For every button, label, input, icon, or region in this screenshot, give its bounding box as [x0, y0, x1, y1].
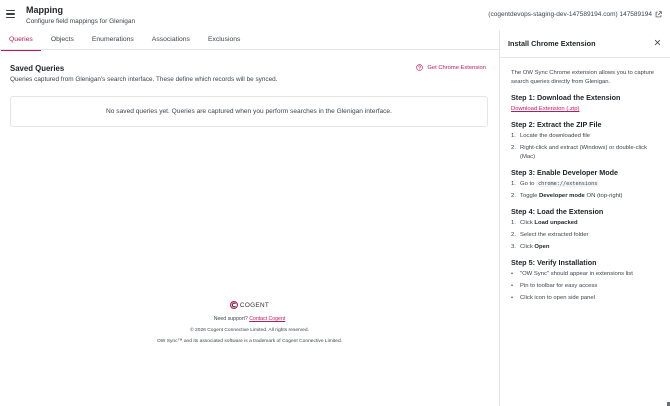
chrome-extensions-url: chrome://extensions [536, 181, 600, 187]
question-circle-icon [416, 64, 424, 71]
step-2-list: 1. Locate the downloaded file 2. Right-cli… [511, 132, 663, 162]
panel-header: Install Chrome Extension [500, 30, 670, 58]
list-item: 2. Select the extracted folder [511, 232, 589, 238]
tab-associations[interactable]: Associations [143, 30, 199, 50]
list-item: 1. Locate the downloaded file [511, 133, 591, 139]
support-prefix: Need support? [213, 316, 248, 322]
tab-objects[interactable]: Objects [42, 30, 83, 50]
step-1-title: Step 1: Download the Extension [511, 93, 621, 102]
panel-intro: The OW Sync Chrome extension allows you … [511, 70, 655, 85]
close-icon[interactable] [654, 39, 661, 46]
tab-bar: Queries Objects Enumerations Association… [0, 30, 499, 51]
list-item: • Click icon to open side panel [511, 295, 595, 301]
tab-exclusions[interactable]: Exclusions [199, 30, 250, 50]
section-description: Queries captured from Glenigan's search … [10, 76, 278, 83]
tab-enumerations[interactable]: Enumerations [83, 30, 143, 50]
environment-link[interactable]: (cogentdevops-staging-dev-147589194.com)… [488, 11, 662, 18]
step-4-title: Step 4: Load the Extension [511, 207, 604, 216]
panel-body: The OW Sync Chrome extension allows you … [511, 69, 663, 306]
contact-cogent-link[interactable]: Contact Cogent [249, 316, 285, 322]
support-line: Need support? Contact Cogent [0, 316, 499, 322]
install-extension-panel: Install Chrome Extension The OW Sync Chr… [499, 30, 670, 406]
app-header: Mapping Configure field mappings for Gle… [0, 0, 670, 30]
page-title: Mapping [26, 5, 63, 15]
get-chrome-extension-button[interactable]: Get Chrome Extension [416, 64, 486, 71]
menu-icon[interactable] [6, 10, 15, 18]
step-5-list: • "OW Sync" should appear in extensions l… [511, 270, 663, 303]
list-item: • Pin to toolbar for easy access [511, 283, 598, 289]
copyright-text: © 2026 Cogent Connective Limited. All ri… [190, 328, 309, 333]
main-content: Saved Queries Queries captured from Glen… [0, 51, 499, 406]
step-3-list: 1. Go to chrome://extensions 2. Toggle Dev… [511, 180, 663, 201]
cogent-logo: COGENT [0, 300, 499, 310]
list-item: 2. Toggle Developer mode ON (top-right) [511, 193, 623, 199]
list-item: 1. Click Load unpacked [511, 220, 578, 226]
tab-queries[interactable]: Queries [0, 30, 42, 51]
download-extension-link[interactable]: Download Extension (.zip) [511, 105, 663, 114]
footer: COGENT Need support? Contact Cogent © 20… [0, 300, 499, 344]
title-block: Mapping Configure field mappings for Gle… [26, 5, 135, 26]
list-item: • "OW Sync" should appear in extensions l… [511, 271, 633, 277]
list-item: 3. Click Open [511, 244, 550, 250]
panel-title: Install Chrome Extension [508, 39, 596, 48]
step-4-list: 1. Click Load unpacked 2. Select the extra… [511, 219, 663, 252]
list-item: 2. Right-click and extract (Windows) or d… [511, 145, 648, 160]
empty-state-box: No saved queries yet. Queries are captur… [10, 96, 488, 127]
get-chrome-extension-label: Get Chrome Extension [427, 64, 486, 71]
page-subtitle: Configure field mappings for Glenigan [26, 18, 136, 25]
environment-label: (cogentdevops-staging-dev-147589194.com)… [488, 11, 652, 18]
empty-state-text: No saved queries yet. Queries are captur… [106, 108, 392, 115]
section-title: Saved Queries [10, 64, 65, 73]
step-3-title: Step 3: Enable Developer Mode [511, 168, 619, 177]
step-2-title: Step 2: Extract the ZIP File [511, 120, 602, 129]
logo-text: COGENT [239, 301, 270, 309]
step-5-title: Step 5: Verify Installation [511, 258, 597, 267]
trademark-text: OW Sync™ and its associated software is … [156, 339, 343, 344]
list-item: 1. Go to chrome://extensions [511, 181, 600, 187]
external-link-icon [655, 11, 662, 18]
cogent-logo-icon [229, 301, 238, 309]
